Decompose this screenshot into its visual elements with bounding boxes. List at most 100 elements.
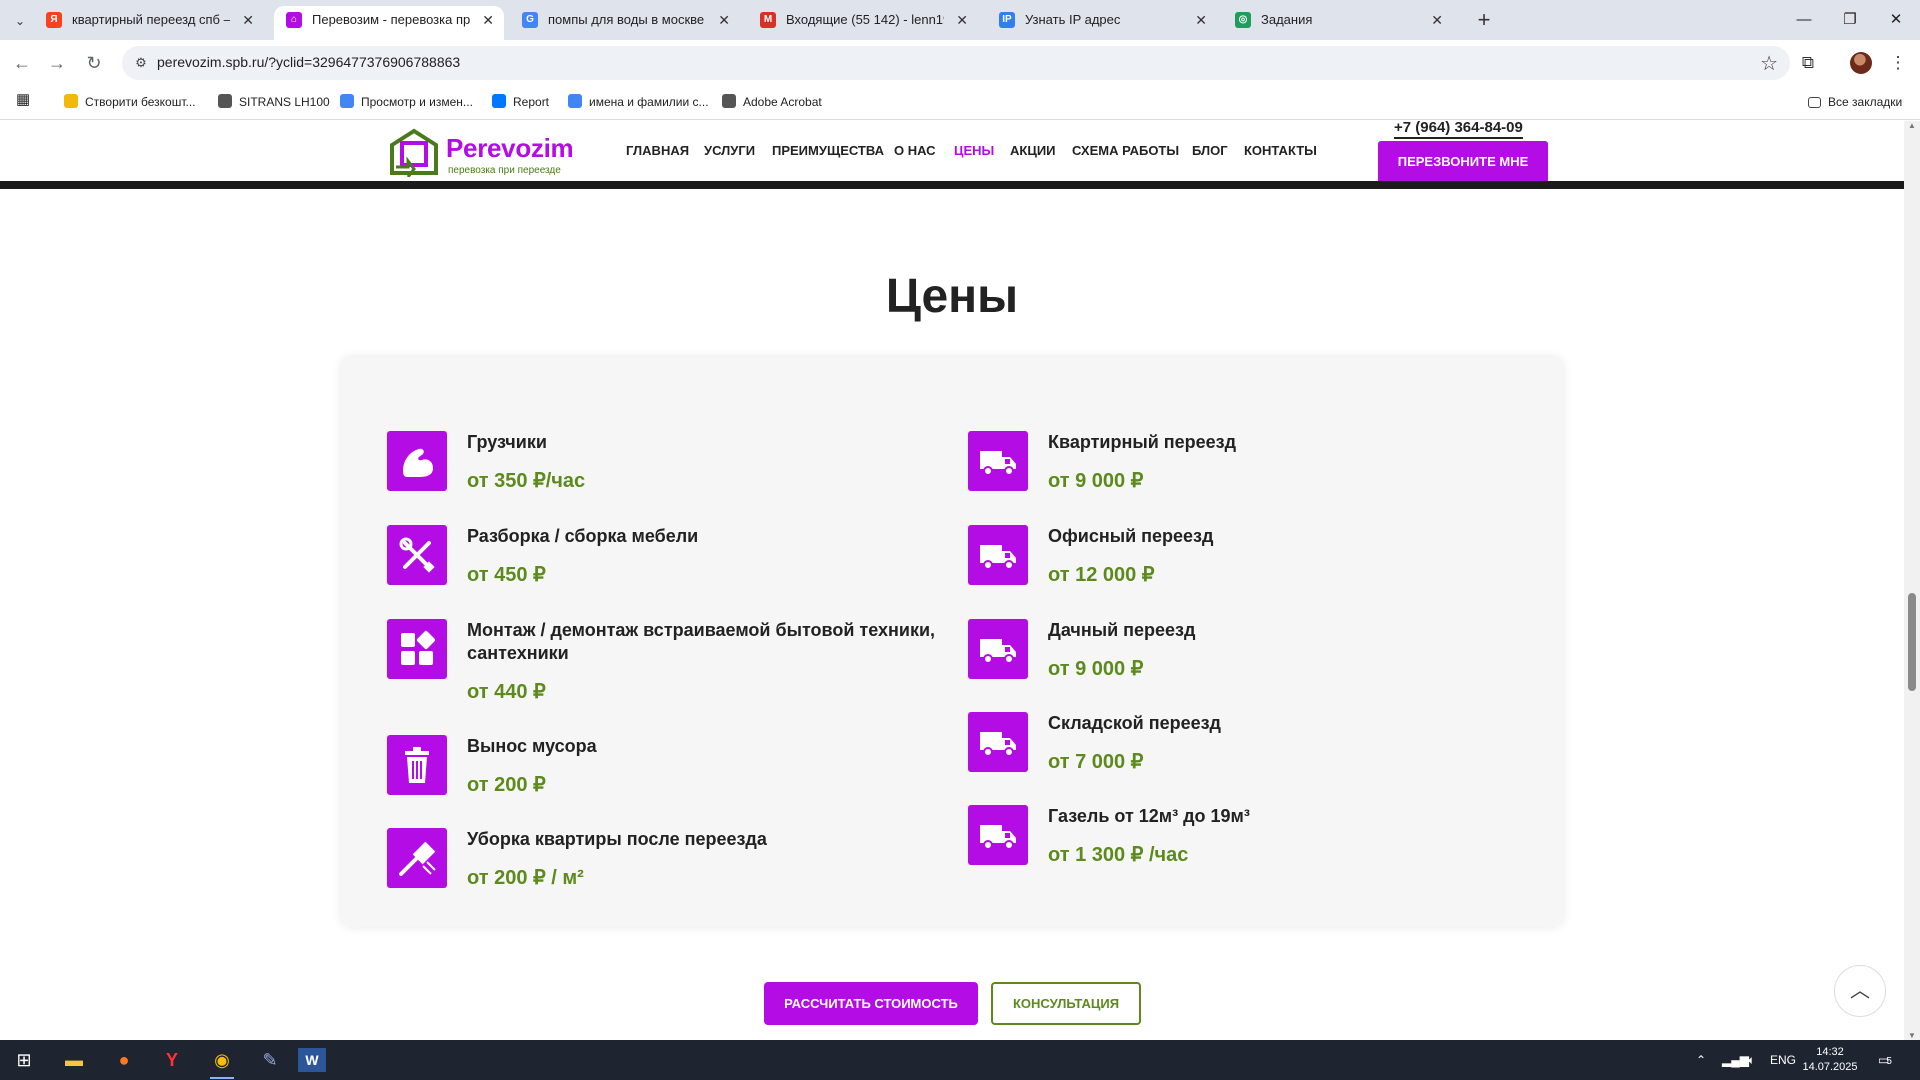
menu-item-contacts[interactable]: КОНТАКТЫ — [1244, 143, 1317, 158]
word-icon[interactable]: W — [298, 1048, 326, 1072]
address-bar[interactable]: ⚙ perevozim.spb.ru/?yclid=32964773769067… — [122, 46, 1790, 80]
tab-title: Задания — [1261, 12, 1313, 27]
file-explorer-icon[interactable]: ▬ — [54, 1044, 94, 1076]
price-item-price: от 9 000 ₽ — [1048, 470, 1144, 492]
restore-button[interactable]: ❐ — [1830, 6, 1870, 34]
bookmark-item[interactable]: имена и фамилии с... — [568, 94, 709, 110]
language-indicator[interactable]: ENG — [1770, 1040, 1796, 1080]
tab-close-icon[interactable]: ✕ — [718, 6, 730, 34]
callback-button[interactable]: ПЕРЕЗВОНИТЕ МНЕ — [1378, 141, 1548, 183]
browser-tab[interactable]: Gпомпы для воды в москве - П ✕ — [510, 6, 740, 40]
site-logo[interactable]: Perevozim перевозка при переезде — [388, 125, 578, 177]
phone-link[interactable]: +7 (964) 364-84-09 — [1394, 121, 1523, 139]
price-item-name: Газель от 12м³ до 19м³ — [1048, 806, 1250, 826]
bookmark-label: Adobe Acrobat — [743, 95, 822, 109]
google-icon — [340, 94, 354, 108]
minimize-button[interactable]: — — [1784, 6, 1824, 34]
menu-item-blog[interactable]: БЛОГ — [1192, 143, 1228, 158]
tasks-icon: ◎ — [1235, 12, 1251, 28]
browser-tab[interactable]: ◎ Задания ✕ — [1223, 6, 1453, 40]
clock-date: 14.07.2025 — [1802, 1061, 1858, 1073]
back-arrow-icon[interactable]: ← — [8, 49, 36, 77]
firefox-icon[interactable]: ● — [104, 1044, 144, 1076]
clock-time: 14:32 — [1816, 1046, 1844, 1058]
menu-item-home[interactable]: ГЛАВНАЯ — [626, 143, 689, 158]
tab-close-icon[interactable]: ✕ — [1195, 6, 1207, 34]
price-item-price: от 7 000 ₽ — [1048, 751, 1144, 773]
bicep-icon — [387, 431, 447, 491]
volume-icon[interactable]: 🔈︎ — [1748, 1040, 1755, 1080]
paint-icon[interactable]: ✎ — [250, 1044, 290, 1076]
site-settings-icon[interactable]: ⚙ — [132, 54, 150, 72]
bookmark-label: Report — [513, 95, 550, 109]
windows-taskbar: ⊞ ▬ ● Y ◉ ✎ W ⌃ ▂▄▆ 🔈︎ ENG 14:32 14.07.2… — [0, 1040, 1920, 1080]
tab-close-icon[interactable]: ✕ — [482, 6, 494, 34]
menu-item-promotions[interactable]: АКЦИИ — [1010, 143, 1056, 158]
tab-search-chevron-icon[interactable]: ⌄ — [9, 10, 31, 32]
trash-icon — [387, 735, 447, 795]
close-window-button[interactable]: ✕ — [1876, 6, 1916, 34]
bookmark-item[interactable]: Просмотр и измен... — [340, 94, 473, 110]
browser-tab[interactable]: ⌂ Перевозим - перевозка при п ✕ — [274, 6, 504, 40]
reload-icon[interactable]: ↻ — [80, 49, 108, 77]
url-text[interactable]: perevozim.spb.ru/?yclid=3296477376906788… — [157, 54, 460, 70]
browser-tab[interactable]: IP Узнать IP адрес ✕ — [987, 6, 1217, 40]
tab-strip: ⌄ Яквартирный переезд спб — Я ✕ ⌂ Перевозим… — [0, 0, 1920, 40]
bookmark-item[interactable]: Adobe Acrobat — [722, 94, 822, 110]
menu-item-workflow[interactable]: СХЕМА РАБОТЫ — [1072, 143, 1179, 158]
bookmark-item[interactable]: SITRANS LH100 — [218, 94, 330, 110]
price-item-name: Дачный переезд — [1048, 620, 1196, 640]
price-item-name: Вынос мусора — [467, 736, 597, 756]
page-scrollbar[interactable]: ▲ ▼ — [1904, 121, 1920, 1040]
price-item-price: от 1 300 ₽ /час — [1048, 844, 1189, 866]
menu-item-about[interactable]: О НАС — [894, 143, 936, 158]
scroll-to-top-icon[interactable]: ︿ — [1834, 965, 1886, 1017]
profile-avatar[interactable] — [1850, 52, 1872, 74]
bookmark-item[interactable]: Створити безкошт... — [64, 94, 196, 110]
tab-close-icon[interactable]: ✕ — [1431, 6, 1443, 34]
all-bookmarks-button[interactable]: Все закладки — [1808, 94, 1902, 110]
logo-tagline: перевозка при переезде — [448, 165, 561, 176]
tab-title: квартирный переезд спб — Я — [72, 12, 230, 27]
truck-icon — [968, 619, 1028, 679]
browser-tab[interactable]: M Входящие (55 142) - lenn1915 ✕ — [748, 6, 978, 40]
yandex-browser-icon[interactable]: Y — [152, 1044, 192, 1076]
tab-close-icon[interactable]: ✕ — [242, 6, 254, 34]
truck-icon — [968, 712, 1028, 772]
clock[interactable]: 14:32 14.07.2025 — [1800, 1045, 1860, 1075]
globe-icon — [722, 94, 736, 108]
browser-menu-icon[interactable]: ⋮ — [1884, 49, 1912, 77]
browser-tab[interactable]: Яквартирный переезд спб — Я ✕ — [34, 6, 264, 40]
network-icon[interactable]: ▂▄▆ — [1722, 1040, 1749, 1080]
apps-grid-icon[interactable]: ▦ — [16, 92, 30, 108]
scroll-down-arrow-icon[interactable]: ▼ — [1908, 1031, 1916, 1040]
tab-title: Перевозим - перевозка при п — [312, 12, 470, 27]
truck-icon — [968, 431, 1028, 491]
extensions-icon[interactable]: ⧉ — [1794, 49, 1822, 77]
menu-item-prices[interactable]: ЦЕНЫ — [954, 143, 994, 158]
bookmark-star-icon[interactable]: ☆ — [1760, 51, 1778, 76]
notifications-count: 5 — [1886, 1056, 1892, 1067]
scroll-up-arrow-icon[interactable]: ▲ — [1908, 121, 1916, 130]
vk-icon — [492, 94, 506, 108]
menu-item-advantages[interactable]: ПРЕИМУЩЕСТВА — [772, 143, 884, 158]
price-item-price: от 350 ₽/час — [467, 470, 586, 492]
consultation-button[interactable]: КОНСУЛЬТАЦИЯ — [991, 982, 1141, 1025]
bookmark-item[interactable]: Report — [492, 94, 549, 110]
chrome-icon[interactable]: ◉ — [202, 1044, 242, 1079]
bookmark-label: SITRANS LH100 — [239, 95, 330, 109]
price-item-name: Монтаж / демонтаж встраиваемой бытовой т… — [467, 620, 936, 663]
tray-chevron-icon[interactable]: ⌃ — [1696, 1040, 1706, 1080]
menu-item-services[interactable]: УСЛУГИ — [704, 143, 755, 158]
windows-start-icon[interactable]: ⊞ — [4, 1044, 44, 1076]
tab-close-icon[interactable]: ✕ — [956, 6, 968, 34]
price-item-price: от 200 ₽ / м² — [467, 867, 584, 889]
calculate-cost-button[interactable]: РАССЧИТАТЬ СТОИМОСТЬ — [764, 982, 978, 1025]
price-item-name: Складской переезд — [1048, 713, 1221, 733]
forward-arrow-icon[interactable]: → — [43, 49, 71, 77]
notifications-icon[interactable]: ▭5 — [1878, 1040, 1892, 1080]
scroll-thumb[interactable] — [1908, 593, 1916, 691]
price-item-price: от 450 ₽ — [467, 564, 546, 586]
all-bookmarks-label: Все закладки — [1828, 95, 1903, 109]
new-tab-button[interactable]: + — [1470, 7, 1498, 35]
